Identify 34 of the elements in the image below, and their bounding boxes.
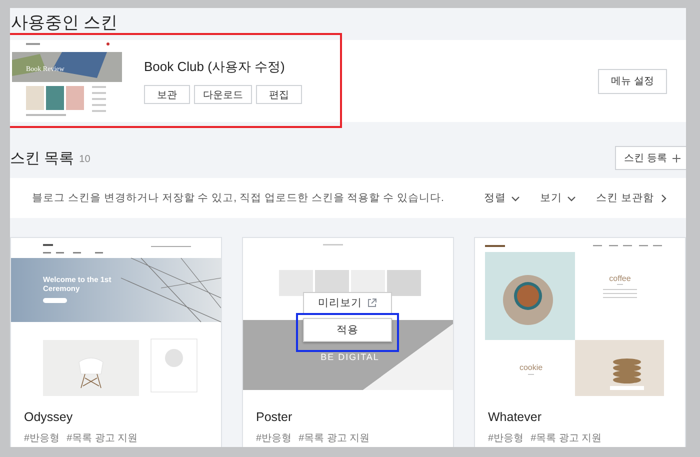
register-skin-button[interactable]: 스킨 등록 — [615, 146, 686, 170]
skin-card[interactable]: coffee cookie Whatever #반응형 #목록 광고 지원 — [474, 237, 686, 447]
dropdown-button[interactable]: 보기 — [540, 191, 576, 205]
action-button[interactable]: 보관 — [144, 85, 190, 104]
plus-icon — [672, 154, 681, 162]
external-link-icon — [367, 298, 377, 308]
section-heading: 스킨 목록 — [10, 148, 74, 168]
skin-name: Poster — [256, 410, 292, 424]
skin-tag: #반응형 — [24, 431, 60, 445]
section-title: coffee — [609, 274, 631, 283]
action-button[interactable]: 편집 — [256, 85, 302, 104]
section-title: cookie — [519, 363, 543, 372]
menu-settings-button[interactable]: 메뉴 설정 — [598, 68, 667, 94]
skin-tag: #목록 광고 지원 — [298, 431, 370, 445]
skin-tag: #반응형 — [488, 431, 524, 445]
skin-tag: #목록 광고 지원 — [66, 431, 138, 445]
skin-name: Book Club (사용자 수정) — [144, 58, 285, 76]
skin-storage-link[interactable]: 스킨 보관함 — [596, 191, 668, 205]
apply-button[interactable]: 적용 — [303, 318, 392, 342]
action-button[interactable]: 다운로드 — [194, 85, 252, 104]
chevron-right-icon — [659, 194, 668, 202]
skin-tag: #반응형 — [256, 431, 292, 445]
skin-name: Whatever — [488, 410, 542, 424]
preview-button[interactable]: 미리보기 — [303, 292, 392, 313]
dropdown-button[interactable]: 정렬 — [484, 191, 520, 205]
post-thumbnails — [26, 86, 84, 110]
banner-headline: BE DIGITAL — [320, 352, 380, 362]
chevron-down-icon — [511, 194, 520, 202]
description-text: 블로그 스킨을 변경하거나 저장할 수 있고, 직접 업로드한 스킨을 적용할 수 있습니다. — [32, 191, 445, 205]
skin-count: 10 — [79, 154, 90, 165]
section-heading: 사용중인 스킨 — [10, 12, 119, 34]
skin-name: Odyssey — [24, 410, 73, 424]
chevron-down-icon — [567, 194, 576, 202]
skin-tag: #목록 광고 지원 — [530, 431, 602, 445]
